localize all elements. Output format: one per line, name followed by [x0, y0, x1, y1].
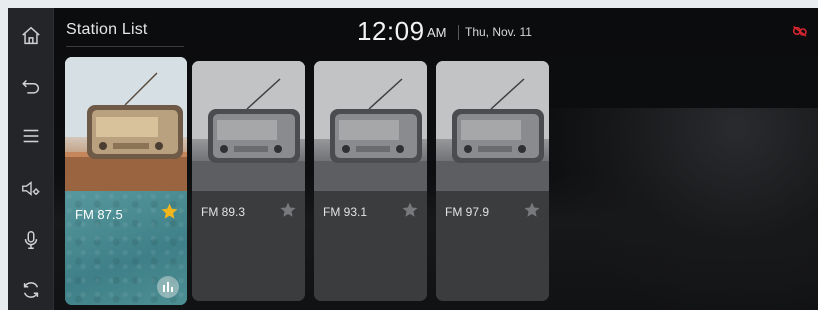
favorite-star-icon[interactable] [279, 201, 297, 219]
station-frequency: FM 87.5 [75, 207, 123, 222]
station-frequency: FM 93.1 [323, 205, 368, 219]
sound-settings-button[interactable] [8, 163, 54, 213]
refresh-icon [23, 282, 39, 298]
station-card[interactable]: FM 97.9 [436, 61, 549, 301]
menu-icon [23, 129, 39, 143]
back-arrow-icon [22, 79, 39, 94]
favorite-star-icon[interactable] [523, 201, 541, 219]
now-playing-button[interactable] [157, 276, 179, 298]
radio-image [192, 61, 305, 191]
station-frequency: FM 89.3 [201, 205, 246, 219]
favorite-star-icon[interactable] [160, 202, 179, 221]
station-card[interactable]: FM 93.1 [314, 61, 427, 301]
menu-button[interactable] [8, 111, 54, 161]
page-title: Station List [66, 21, 148, 38]
speaker-gear-icon [22, 181, 40, 196]
sidebar [8, 8, 54, 310]
date-separator [458, 25, 459, 40]
voice-button[interactable] [8, 215, 54, 265]
switch-button[interactable] [8, 265, 54, 310]
radio-image [65, 57, 187, 191]
clock-ampm: AM [427, 25, 447, 40]
back-button[interactable] [8, 61, 54, 111]
equalizer-icon [163, 282, 173, 292]
background-landscape [548, 108, 818, 310]
head-unit-screen: Station List 12:09 AM Thu, Nov. 11 FM 87… [8, 8, 818, 310]
title-underline [66, 46, 184, 47]
station-frequency: FM 97.9 [445, 205, 490, 219]
station-card[interactable]: FM 89.3 [192, 61, 305, 301]
clock-time: 12:09 [357, 16, 425, 46]
microphone-icon [24, 231, 38, 249]
station-card[interactable]: FM 87.5 [65, 57, 187, 305]
radio-image [314, 61, 427, 191]
favorite-star-icon[interactable] [401, 201, 419, 219]
home-icon [22, 26, 40, 45]
connection-status-icon [792, 25, 807, 37]
radio-image [436, 61, 549, 191]
clock-date: Thu, Nov. 11 [465, 25, 532, 39]
home-button[interactable] [8, 11, 54, 61]
